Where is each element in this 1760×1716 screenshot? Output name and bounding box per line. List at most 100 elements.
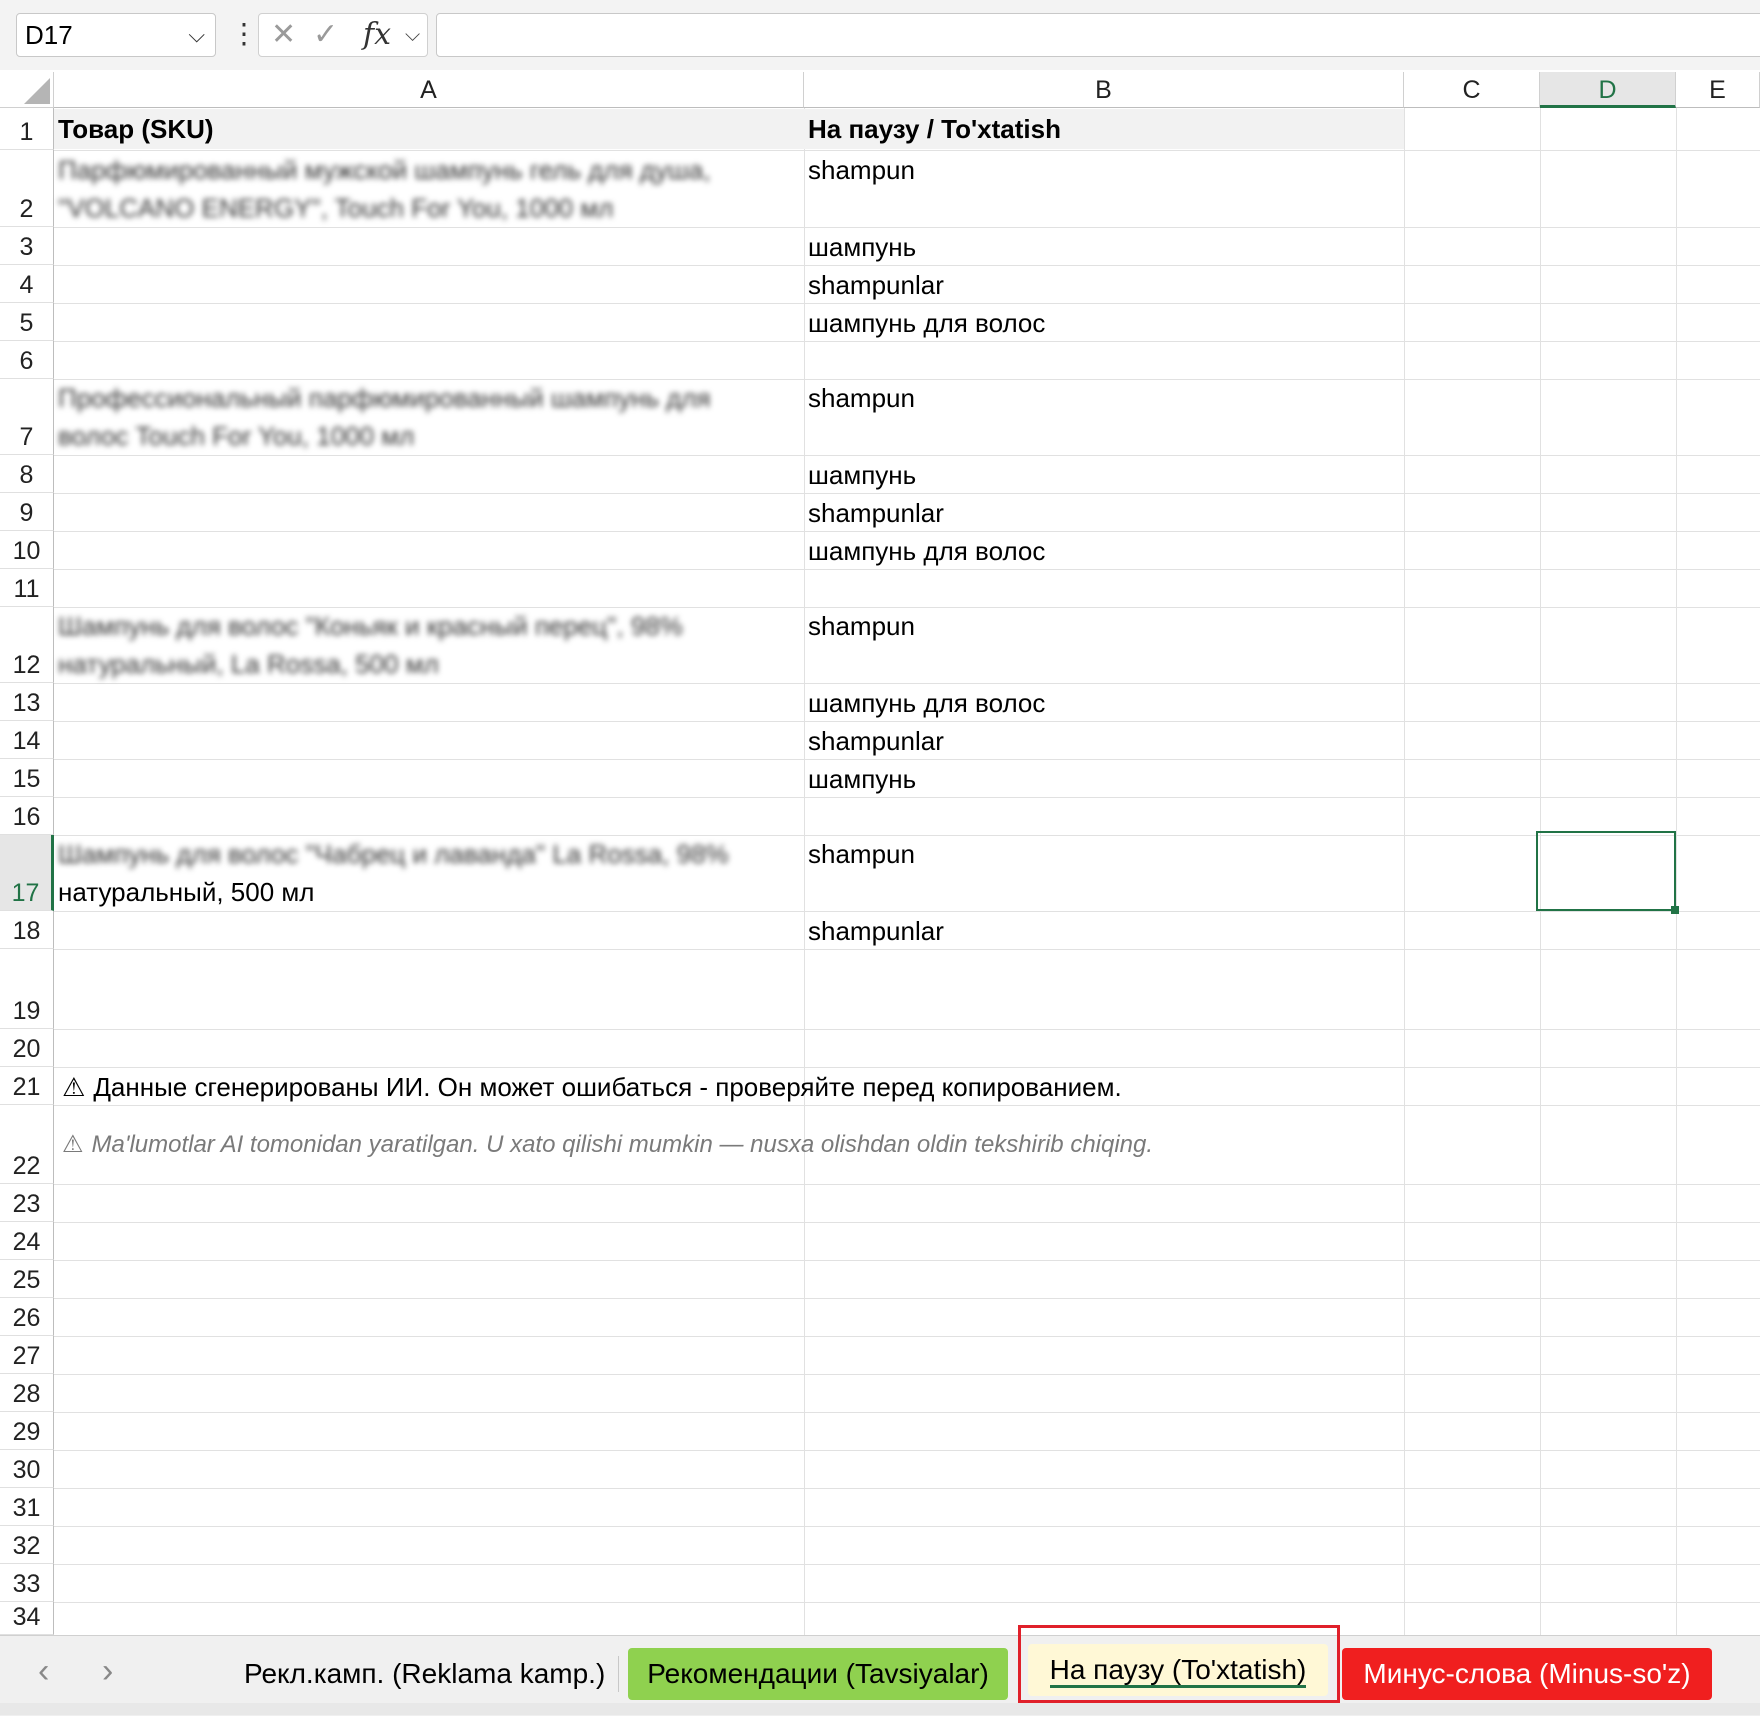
cell-b14[interactable]: shampunlar bbox=[808, 722, 944, 760]
row-header[interactable]: 1 bbox=[0, 108, 54, 150]
chevron-left-icon[interactable]: ‹ bbox=[38, 1646, 49, 1696]
cell-b1[interactable]: На паузу / To'xtatish bbox=[808, 110, 1061, 148]
cell-b10[interactable]: шампунь для волос bbox=[808, 532, 1045, 570]
formula-bar: D17 ⌵ ⋮ ✕ ✓ fx ⌵ bbox=[0, 0, 1760, 70]
sheet-tab-recommendations[interactable]: Рекомендации (Tavsiyalar) bbox=[628, 1648, 1008, 1700]
name-box[interactable]: D17 ⌵ bbox=[16, 13, 216, 57]
column-header-e[interactable]: E bbox=[1676, 72, 1760, 108]
row-header[interactable]: 10 bbox=[0, 531, 54, 569]
cell-a2[interactable]: Парфюмированный мужской шампунь гель для… bbox=[58, 151, 748, 227]
cell-b13[interactable]: шампунь для волос bbox=[808, 684, 1045, 722]
row-header[interactable]: 20 bbox=[0, 1029, 54, 1067]
gridline bbox=[54, 1260, 1760, 1261]
cell-b15[interactable]: шампунь bbox=[808, 760, 916, 798]
gridline bbox=[54, 1374, 1760, 1375]
cancel-icon[interactable]: ✕ bbox=[271, 14, 296, 56]
row-header[interactable]: 8 bbox=[0, 455, 54, 493]
ai-disclaimer-uz: ⚠ Ma'lumotlar AI tomonidan yaratilgan. U … bbox=[62, 1126, 1153, 1164]
row-header[interactable]: 28 bbox=[0, 1374, 54, 1412]
warning-icon: ⚠ bbox=[62, 1072, 86, 1102]
column-header-b[interactable]: B bbox=[804, 72, 1404, 108]
column-header-a[interactable]: A bbox=[54, 72, 804, 108]
row-header[interactable]: 13 bbox=[0, 683, 54, 721]
row-header[interactable]: 16 bbox=[0, 797, 54, 835]
cell-b3[interactable]: шампунь bbox=[808, 228, 916, 266]
ai-disclaimer-uz-text: Ma'lumotlar AI tomonidan yaratilgan. U x… bbox=[91, 1131, 1154, 1158]
formula-input[interactable] bbox=[436, 13, 1760, 57]
function-icon[interactable]: fx bbox=[363, 14, 391, 56]
sheet-tab-reklama[interactable]: Рекл.камп. (Reklama kamp.) bbox=[228, 1648, 621, 1700]
cell-b12[interactable]: shampun bbox=[808, 607, 915, 645]
row-header[interactable]: 30 bbox=[0, 1450, 54, 1488]
column-header-d[interactable]: D bbox=[1540, 72, 1676, 108]
row-header[interactable]: 22 bbox=[0, 1105, 54, 1184]
row-header[interactable]: 2 bbox=[0, 150, 54, 227]
sheet-tab-label: Минус-слова (Minus-so'z) bbox=[1363, 1658, 1691, 1689]
more-options-icon[interactable]: ⋮ bbox=[230, 16, 258, 52]
row-header[interactable]: 27 bbox=[0, 1336, 54, 1374]
gridline bbox=[54, 1488, 1760, 1489]
status-bar bbox=[0, 1703, 1760, 1715]
chevron-right-icon[interactable]: › bbox=[102, 1646, 113, 1696]
row-header-selected[interactable]: 17 bbox=[0, 835, 54, 911]
gridline bbox=[54, 1298, 1760, 1299]
row-header[interactable]: 34 bbox=[0, 1602, 54, 1635]
gridline bbox=[54, 1336, 1760, 1337]
gridline bbox=[1404, 108, 1405, 1635]
cell-b4[interactable]: shampunlar bbox=[808, 266, 944, 304]
row-header[interactable]: 23 bbox=[0, 1184, 54, 1222]
warning-icon: ⚠ bbox=[62, 1131, 84, 1158]
row-header[interactable]: 9 bbox=[0, 493, 54, 531]
check-icon[interactable]: ✓ bbox=[313, 14, 338, 56]
chevron-down-icon[interactable]: ⌵ bbox=[405, 14, 420, 56]
row-header[interactable]: 3 bbox=[0, 227, 54, 265]
row-header[interactable]: 24 bbox=[0, 1222, 54, 1260]
cell-b9[interactable]: shampunlar bbox=[808, 494, 944, 532]
header-row-fill bbox=[54, 109, 1404, 149]
cell-a17-line1[interactable]: Шампунь для волос "Чабрец и лаванда" La … bbox=[58, 835, 748, 873]
gridline bbox=[54, 1602, 1760, 1603]
gridline bbox=[54, 1222, 1760, 1223]
row-header[interactable]: 25 bbox=[0, 1260, 54, 1298]
select-all-corner[interactable] bbox=[0, 72, 54, 108]
cell-b17[interactable]: shampun bbox=[808, 835, 915, 873]
cell-a12[interactable]: Шампунь для волос "Коньяк и красный пере… bbox=[58, 607, 748, 683]
row-header[interactable]: 4 bbox=[0, 265, 54, 303]
cell-b5[interactable]: шампунь для волос bbox=[808, 304, 1045, 342]
row-header[interactable]: 11 bbox=[0, 569, 54, 607]
sheet-tab-label: Рекл.камп. (Reklama kamp.) bbox=[244, 1658, 606, 1689]
gridline bbox=[54, 1184, 1760, 1185]
row-header[interactable]: 21 bbox=[0, 1067, 54, 1105]
row-header[interactable]: 7 bbox=[0, 379, 54, 455]
active-tab-highlight bbox=[1018, 1625, 1340, 1703]
gridline bbox=[54, 1029, 1760, 1030]
row-header[interactable]: 33 bbox=[0, 1564, 54, 1602]
sheet-tab-label: Рекомендации (Tavsiyalar) bbox=[647, 1658, 989, 1689]
selected-cell-d17[interactable] bbox=[1536, 831, 1679, 914]
cell-b18[interactable]: shampunlar bbox=[808, 912, 944, 950]
row-header[interactable]: 26 bbox=[0, 1298, 54, 1336]
row-header[interactable]: 14 bbox=[0, 721, 54, 759]
gridline bbox=[54, 1450, 1760, 1451]
row-header[interactable]: 15 bbox=[0, 759, 54, 797]
row-header[interactable]: 12 bbox=[0, 607, 54, 683]
row-header[interactable]: 5 bbox=[0, 303, 54, 341]
sheet-tab-minus-words[interactable]: Минус-слова (Minus-so'z) bbox=[1342, 1648, 1712, 1700]
ai-disclaimer-ru: ⚠ Данные сгенерированы ИИ. Он может ошиба… bbox=[62, 1068, 1122, 1106]
cell-b7[interactable]: shampun bbox=[808, 379, 915, 417]
chevron-down-icon[interactable]: ⌵ bbox=[188, 14, 205, 56]
row-header[interactable]: 18 bbox=[0, 911, 54, 949]
cell-b8[interactable]: шампунь bbox=[808, 456, 916, 494]
cell-a17-line2[interactable]: натуральный, 500 мл bbox=[58, 873, 314, 911]
row-header[interactable]: 32 bbox=[0, 1526, 54, 1564]
ai-disclaimer-ru-text: Данные сгенерированы ИИ. Он может ошибат… bbox=[93, 1072, 1122, 1102]
row-header[interactable]: 19 bbox=[0, 949, 54, 1029]
row-header[interactable]: 29 bbox=[0, 1412, 54, 1450]
row-header[interactable]: 31 bbox=[0, 1488, 54, 1526]
cell-a1[interactable]: Товар (SKU) bbox=[58, 110, 214, 148]
cell-a7[interactable]: Профессиональный парфюмированный шампунь… bbox=[58, 379, 748, 455]
cell-b2[interactable]: shampun bbox=[808, 151, 915, 189]
tab-separator bbox=[618, 1656, 619, 1692]
column-header-c[interactable]: C bbox=[1404, 72, 1540, 108]
row-header[interactable]: 6 bbox=[0, 341, 54, 379]
